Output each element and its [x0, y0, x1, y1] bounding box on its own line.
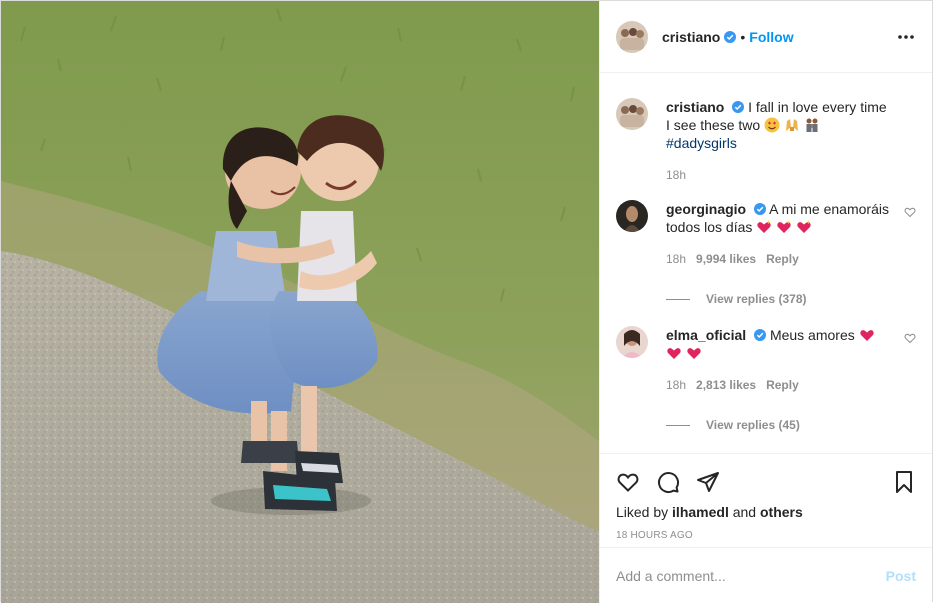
caption-avatar[interactable] — [616, 98, 648, 130]
view-replies-label: View replies (45) — [706, 418, 800, 432]
view-replies-button[interactable]: View replies (45) — [666, 416, 892, 434]
comment-time: 18h — [666, 252, 687, 266]
action-icons — [616, 462, 916, 502]
sparkling-heart-emoji-icon — [757, 220, 771, 233]
comment-item: georginagio A mi me enamoráis todos los … — [616, 200, 916, 308]
add-comment-bar: Post — [600, 547, 932, 603]
verified-badge-icon — [732, 101, 745, 113]
commenter-avatar[interactable] — [616, 200, 648, 232]
author-avatar[interactable] — [616, 20, 648, 53]
red-heart-emoji-icon — [687, 348, 701, 359]
caption-body: cristiano I fall in love every time I se… — [666, 98, 916, 184]
comment-meta: 18h 2,813 likes Reply — [666, 376, 892, 394]
caption-meta: 18h — [666, 166, 892, 184]
comment-input[interactable] — [616, 567, 878, 584]
comment-time: 18h — [666, 378, 687, 392]
reply-button[interactable]: Reply — [766, 376, 799, 394]
caption-time: 18h — [666, 168, 687, 182]
red-heart-emoji-icon — [859, 330, 874, 341]
comment-text: Meus amores — [769, 327, 855, 343]
liked-by: Liked by ilhamedl and others — [616, 504, 916, 520]
comment-item: elma_oficial Meus amores 18h 2,813 likes… — [616, 326, 916, 434]
save-bookmark-icon[interactable] — [892, 470, 916, 494]
replies-divider — [666, 424, 690, 426]
post-timestamp[interactable]: 18 HOURS AGO — [616, 530, 916, 541]
red-heart-emoji-icon — [667, 348, 681, 359]
comment-meta: 18h 9,994 likes Reply — [666, 250, 892, 268]
sparkling-heart-emoji-icon — [797, 220, 811, 233]
liked-by-others[interactable]: others — [760, 504, 803, 520]
instagram-post: cristiano • Follow cristiano I fall in l… — [0, 0, 933, 603]
comment-bubble-icon[interactable] — [656, 470, 680, 494]
follow-button[interactable]: Follow — [749, 29, 793, 45]
verified-badge-icon — [754, 203, 767, 215]
like-comment-heart-icon[interactable] — [904, 332, 916, 344]
author-username[interactable]: cristiano — [662, 29, 720, 45]
comment-username[interactable]: georginagio — [666, 201, 746, 217]
share-paper-plane-icon[interactable] — [696, 470, 720, 494]
commenter-avatar[interactable] — [616, 326, 648, 358]
reply-button[interactable]: Reply — [766, 250, 799, 268]
comment-likes[interactable]: 9,994 likes — [696, 250, 756, 268]
post-header: cristiano • Follow — [600, 1, 932, 73]
liked-by-and: and — [732, 504, 757, 520]
comments-list[interactable]: cristiano I fall in love every time I se… — [600, 74, 932, 452]
verified-badge-icon — [754, 329, 767, 341]
family-emoji-icon — [806, 118, 818, 132]
post-actions: Liked by ilhamedl and others 18 HOURS AG… — [600, 453, 932, 547]
replies-divider — [666, 298, 690, 300]
post-side-panel: cristiano • Follow cristiano I fall in l… — [599, 1, 932, 603]
header-separator: • — [740, 28, 746, 45]
caption-username[interactable]: cristiano — [666, 99, 724, 115]
raised-hands-emoji-icon — [785, 119, 798, 131]
liked-by-user[interactable]: ilhamedl — [672, 504, 729, 520]
verified-badge-icon — [724, 30, 737, 43]
comment-username[interactable]: elma_oficial — [666, 327, 746, 343]
like-heart-icon[interactable] — [616, 470, 640, 494]
comment-body: georginagio A mi me enamoráis todos los … — [666, 200, 916, 308]
liked-by-prefix: Liked by — [616, 504, 669, 520]
heart-eyes-emoji-icon — [764, 117, 780, 133]
caption-hashtag[interactable]: #dadysgirls — [666, 135, 737, 151]
comment-likes[interactable]: 2,813 likes — [696, 376, 756, 394]
caption: cristiano I fall in love every time I se… — [616, 98, 916, 184]
like-comment-heart-icon[interactable] — [904, 206, 916, 218]
view-replies-label: View replies (378) — [706, 292, 807, 306]
post-photo[interactable] — [1, 1, 599, 603]
post-image — [1, 1, 599, 603]
post-comment-button[interactable]: Post — [886, 568, 916, 584]
more-options-icon[interactable] — [896, 27, 916, 47]
sparkling-heart-emoji-icon — [777, 220, 791, 233]
comment-body: elma_oficial Meus amores 18h 2,813 likes… — [666, 326, 916, 434]
view-replies-button[interactable]: View replies (378) — [666, 290, 892, 308]
